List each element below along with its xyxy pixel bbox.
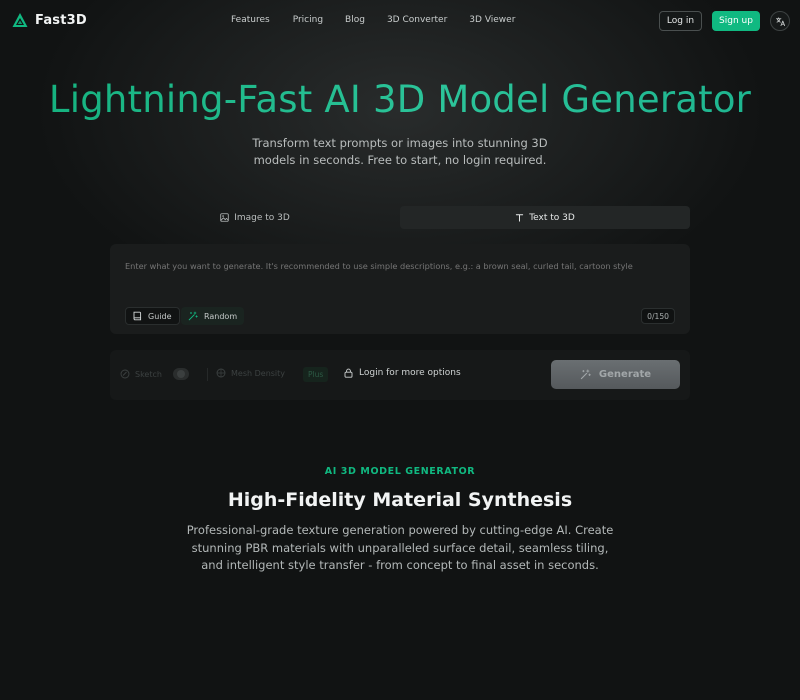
character-counter: 0/150 [641, 308, 675, 324]
section-title: High-Fidelity Material Synthesis [227, 489, 573, 511]
options-bar: Sketch Mesh Density Plus Login for more … [110, 350, 690, 400]
prompt-input[interactable] [125, 260, 665, 285]
nav-link-blog[interactable]: Blog [345, 15, 365, 25]
guide-button[interactable]: Guide [125, 307, 180, 325]
tab-image-to-3d[interactable]: Image to 3D [110, 206, 400, 229]
brand-name: Fast3D [35, 12, 87, 28]
mesh-density-label: Mesh Density [231, 368, 286, 378]
hero-subtitle: Transform text prompts or images into st… [252, 136, 548, 167]
text-icon [516, 214, 524, 222]
triangle-logo-icon [12, 13, 28, 27]
nav-link-features[interactable]: Features [231, 15, 270, 25]
language-button[interactable] [770, 11, 790, 31]
sketch-toggle[interactable] [172, 368, 189, 380]
signup-button[interactable]: Sign up [712, 11, 760, 31]
generate-button[interactable]: Generate [551, 360, 680, 389]
login-for-more-options-label: Login for more options [359, 368, 461, 378]
sketch-label: Sketch [135, 369, 162, 379]
section-eyebrow: AI 3D MODEL GENERATOR [324, 466, 476, 477]
random-button[interactable]: Random [181, 307, 245, 325]
image-icon [220, 213, 229, 222]
random-label: Random [204, 311, 238, 321]
mode-tabs: Image to 3D Text to 3D [110, 206, 690, 229]
sparkle-wand-icon [188, 311, 198, 321]
top-nav: Fast3D Features Pricing Blog 3D Converte… [0, 0, 800, 42]
plus-badge: Plus [303, 367, 329, 382]
login-button[interactable]: Log in [659, 11, 702, 31]
prompt-box: Guide Random 0/150 [110, 244, 690, 334]
divider [207, 368, 208, 381]
login-for-more-options[interactable]: Login for more options [344, 368, 461, 378]
nav-link-3d-viewer[interactable]: 3D Viewer [469, 15, 515, 25]
nav-link-pricing[interactable]: Pricing [293, 15, 323, 25]
nav-link-3d-converter[interactable]: 3D Converter [387, 15, 447, 25]
magic-wand-icon [580, 369, 591, 380]
hero-title: Lightning-Fast AI 3D Model Generator [0, 78, 800, 121]
mesh-density-option[interactable]: Mesh Density [216, 368, 285, 378]
sketch-option[interactable]: Sketch [120, 368, 189, 380]
guide-label: Guide [148, 311, 172, 321]
section-description: Professional-grade texture generation po… [186, 523, 614, 572]
nav-links: Features Pricing Blog 3D Converter 3D Vi… [231, 15, 515, 25]
mesh-icon [216, 368, 226, 378]
sketch-icon [120, 369, 130, 379]
translate-icon [775, 16, 785, 26]
generate-label: Generate [598, 369, 652, 380]
tab-text-to-3d-label: Text to 3D [529, 212, 575, 223]
book-icon [133, 311, 142, 321]
tab-image-to-3d-label: Image to 3D [234, 212, 290, 223]
tab-text-to-3d[interactable]: Text to 3D [400, 206, 690, 229]
brand[interactable]: Fast3D [12, 12, 87, 28]
lock-icon [344, 368, 353, 378]
